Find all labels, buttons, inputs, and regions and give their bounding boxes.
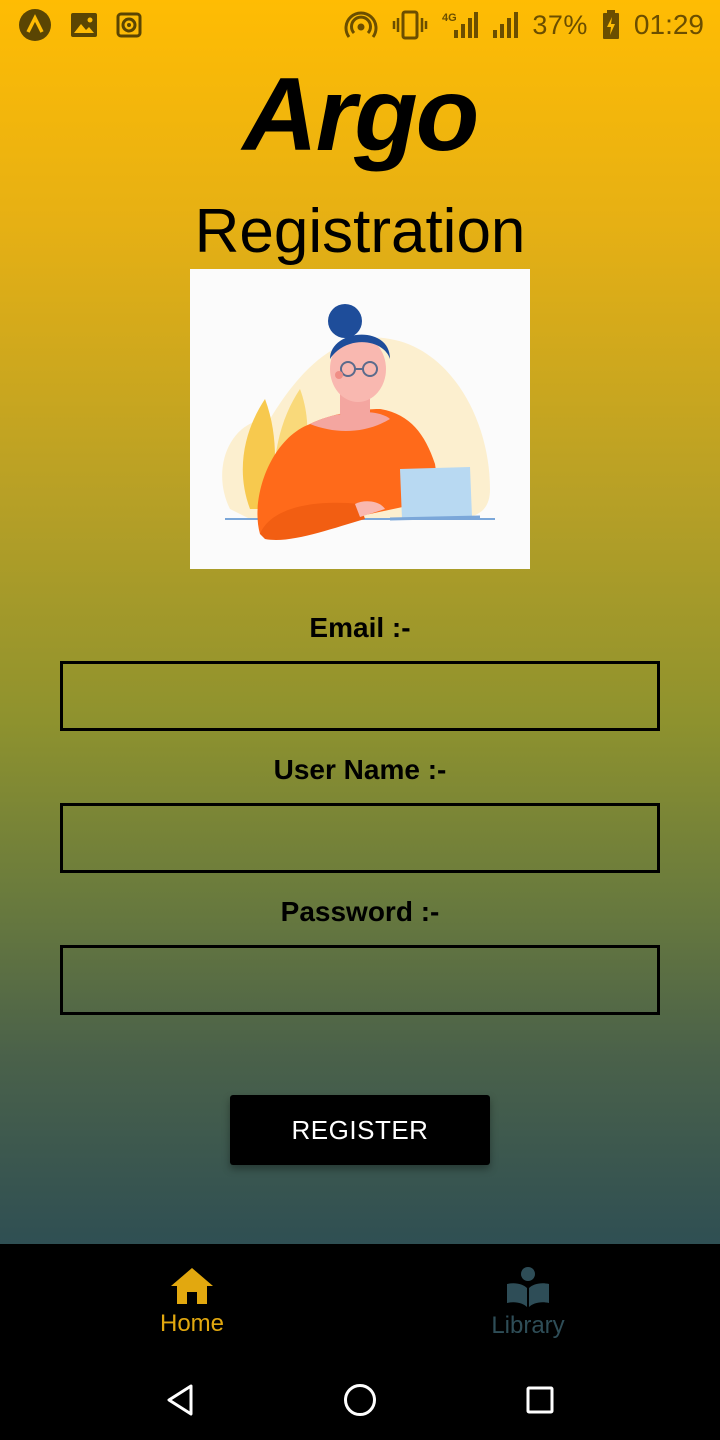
vibrate-icon: [392, 10, 428, 40]
username-field[interactable]: [60, 803, 660, 873]
home-icon: [171, 1268, 213, 1304]
status-bar: 4G 37% 01:29: [0, 0, 720, 50]
recents-icon[interactable]: [516, 1376, 564, 1424]
hotspot-icon: [344, 10, 378, 40]
app-title: Argo: [242, 57, 480, 173]
bottom-nav: Home Library: [0, 1244, 720, 1358]
page-title: Registration: [194, 197, 526, 266]
password-label: Password :-: [280, 896, 440, 927]
speaker-icon: [116, 12, 142, 38]
system-navigation-bar: [0, 1358, 720, 1440]
image-icon: [70, 12, 98, 38]
tab-home-label: Home: [159, 1310, 225, 1337]
home-circle-icon[interactable]: [336, 1376, 384, 1424]
argo-app-icon: [18, 8, 52, 42]
status-clock: 01:29: [633, 9, 704, 40]
email-field[interactable]: [60, 661, 660, 731]
signal-4g-icon: 4G: [442, 10, 479, 40]
back-icon[interactable]: [156, 1376, 204, 1424]
register-button[interactable]: REGISTER: [230, 1095, 490, 1165]
woman-at-laptop-illustration: [190, 269, 530, 569]
email-label: Email :-: [309, 612, 411, 643]
tab-home[interactable]: Home: [92, 1266, 292, 1338]
registration-screen: 4G 37% 01:29 Argo Registration Email:- …: [0, 0, 720, 1244]
svg-text:4G: 4G: [442, 12, 457, 24]
signal-icon: [492, 10, 519, 40]
password-field[interactable]: [60, 945, 660, 1015]
tab-library[interactable]: Library: [428, 1266, 628, 1340]
library-icon: [507, 1267, 549, 1307]
username-label: User Name :-: [273, 754, 447, 785]
tab-library-label: Library: [491, 1312, 565, 1339]
battery-percent: 37%: [532, 9, 588, 40]
battery-charging-icon: [602, 10, 620, 40]
